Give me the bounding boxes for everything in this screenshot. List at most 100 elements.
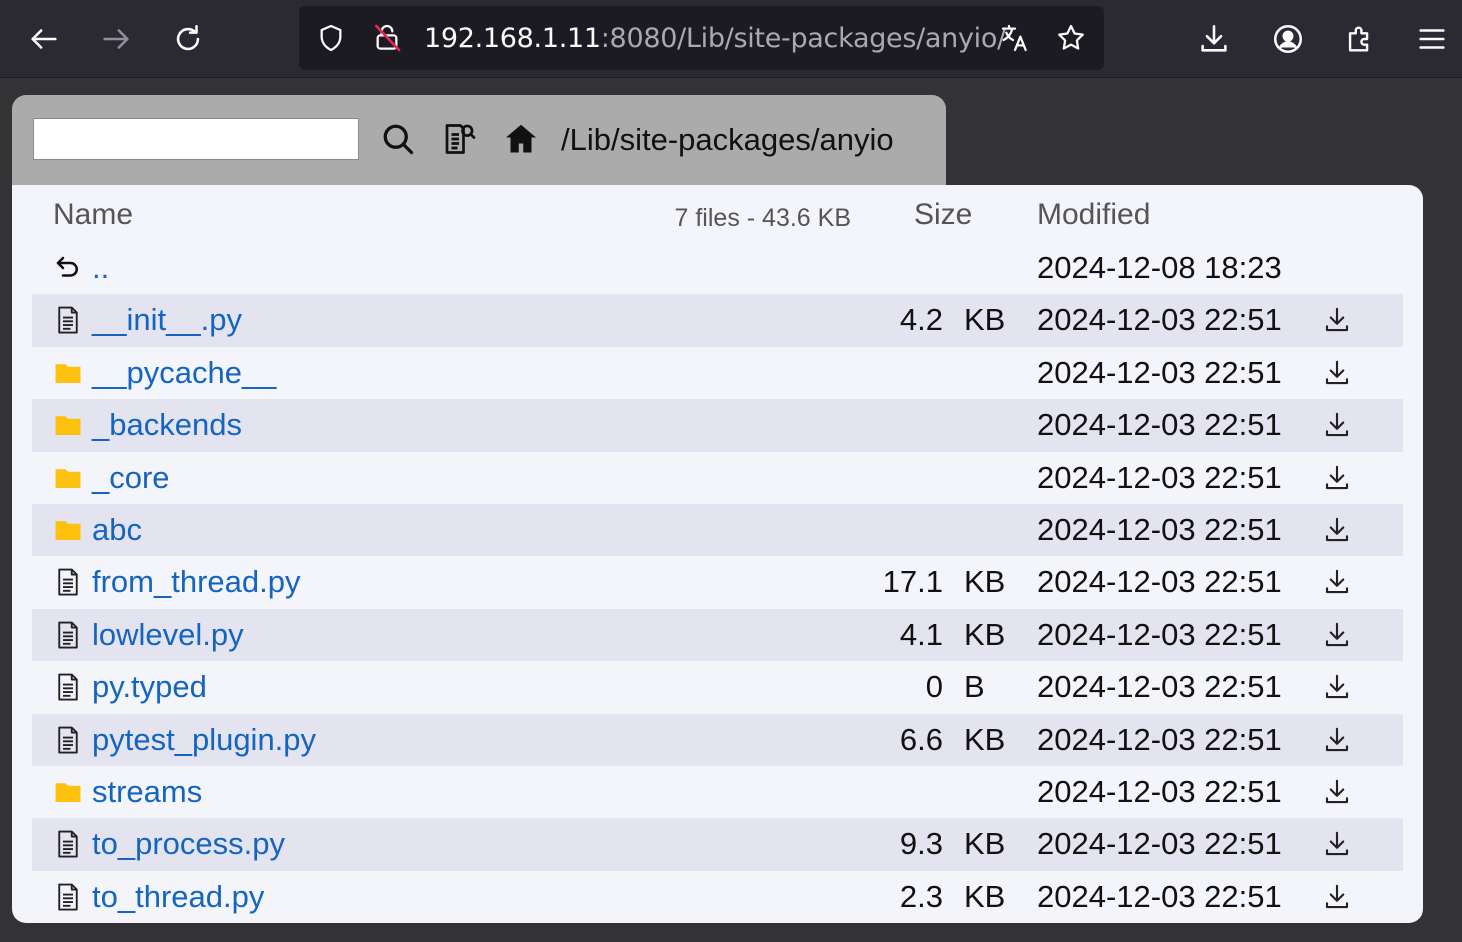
reload-button[interactable]: [164, 15, 212, 63]
entry-size-unit: KB: [964, 564, 1006, 600]
menu-button[interactable]: [1408, 15, 1456, 63]
entry-name-link[interactable]: _backends: [92, 407, 242, 443]
file-list: .. 2024-12-08 18:23 __init__.py 4.2 KB 2…: [32, 242, 1403, 923]
download-icon[interactable]: [1321, 828, 1353, 860]
entry-size: 9.3: [899, 826, 943, 862]
table-row: abc 2024-12-03 22:51: [32, 503, 1403, 557]
entry-name-link[interactable]: to_thread.py: [92, 879, 264, 915]
file-list-panel: Name 7 files - 43.6 KB Size Modified .. …: [12, 185, 1423, 923]
bookmark-button[interactable]: [1053, 20, 1089, 56]
table-row: pytest_plugin.py 6.6 KB 2024-12-03 22:51: [32, 713, 1403, 766]
shield-icon: [320, 24, 342, 52]
url-bar[interactable]: 192.168.1.11:8080/Lib/site-packages/anyi…: [299, 6, 1104, 70]
arrow-left-icon: [31, 29, 57, 49]
entry-name-link[interactable]: streams: [92, 774, 202, 810]
entry-size-unit: B: [964, 669, 985, 705]
search-button[interactable]: [378, 119, 418, 159]
entry-modified: 2024-12-03 22:51: [1037, 826, 1282, 862]
file-icon: [53, 670, 83, 704]
column-header-modified[interactable]: Modified: [1037, 198, 1150, 232]
folder-icon: [53, 775, 83, 809]
browser-toolbar: 192.168.1.11:8080/Lib/site-packages/anyi…: [0, 0, 1462, 78]
entry-modified: 2024-12-03 22:51: [1037, 564, 1282, 600]
insecure-connection-button[interactable]: [369, 20, 405, 56]
search-input[interactable]: [33, 118, 359, 160]
entry-size-unit: KB: [964, 616, 1006, 652]
folder-icon: [53, 461, 83, 495]
entry-name-link[interactable]: lowlevel.py: [92, 617, 244, 653]
entry-name-link[interactable]: to_process.py: [92, 826, 285, 862]
hamburger-menu-icon: [1419, 29, 1445, 49]
download-icon[interactable]: [1321, 881, 1353, 913]
url-text[interactable]: 192.168.1.11:8080/Lib/site-packages/anyi…: [424, 6, 1006, 70]
entry-size: 2.3: [899, 878, 943, 914]
url-host: 192.168.1.11: [424, 23, 601, 54]
table-row: _backends 2024-12-03 22:51: [32, 399, 1403, 452]
entry-size-unit: KB: [964, 878, 1006, 914]
entry-size-unit: KB: [964, 721, 1006, 757]
file-icon: [53, 723, 83, 757]
star-icon: [1058, 24, 1084, 50]
entry-name-link[interactable]: pytest_plugin.py: [92, 722, 316, 758]
translate-icon: [1001, 24, 1027, 52]
entry-modified: 2024-12-08 18:23: [1037, 250, 1282, 285]
puzzle-icon: [1348, 26, 1369, 52]
entry-size-unit: KB: [964, 826, 1006, 862]
regex-search-button[interactable]: [439, 119, 479, 159]
folder-icon: [53, 513, 83, 547]
download-icon[interactable]: [1321, 409, 1353, 441]
table-row: streams 2024-12-03 22:51: [32, 766, 1403, 818]
entry-name-link[interactable]: __init__.py: [92, 302, 242, 338]
tracking-protection-button[interactable]: [313, 20, 349, 56]
download-icon[interactable]: [1321, 619, 1353, 651]
table-row: to_thread.py 2.3 KB 2024-12-03 22:51: [32, 871, 1403, 923]
table-row: py.typed 0 B 2024-12-03 22:51: [32, 661, 1403, 713]
back-button[interactable]: [20, 15, 68, 63]
downloads-button[interactable]: [1190, 15, 1238, 63]
file-icon: [53, 827, 83, 861]
entry-modified: 2024-12-03 22:51: [1037, 878, 1282, 914]
search-icon: [383, 124, 414, 155]
entry-modified: 2024-12-03 22:51: [1037, 669, 1282, 705]
files-summary: 7 files - 43.6 KB: [674, 204, 851, 232]
url-path: :8080/Lib/site-packages/anyio/: [600, 23, 1006, 54]
entry-name-link[interactable]: from_thread.py: [92, 564, 301, 600]
document-search-icon: [445, 124, 476, 154]
entry-name-link[interactable]: ..: [92, 250, 109, 286]
arrow-right-icon: [103, 29, 129, 49]
download-icon[interactable]: [1321, 462, 1353, 494]
extensions-button[interactable]: [1336, 15, 1384, 63]
download-icon[interactable]: [1321, 304, 1353, 336]
download-icon[interactable]: [1321, 776, 1353, 808]
entry-modified: 2024-12-03 22:51: [1037, 302, 1282, 338]
entry-size: 6.6: [899, 721, 943, 757]
account-button[interactable]: [1264, 15, 1312, 63]
home-icon: [506, 124, 536, 153]
entry-name-link[interactable]: py.typed: [92, 669, 207, 705]
download-icon[interactable]: [1321, 671, 1353, 703]
download-icon[interactable]: [1321, 514, 1353, 546]
table-header: Name 7 files - 43.6 KB Size Modified: [32, 185, 1403, 247]
column-header-size[interactable]: Size: [914, 198, 972, 232]
folder-icon: [53, 408, 83, 442]
download-icon[interactable]: [1321, 566, 1353, 598]
translate-button[interactable]: [997, 20, 1033, 56]
file-icon: [53, 565, 83, 599]
forward-button[interactable]: [92, 15, 140, 63]
entry-name-link[interactable]: abc: [92, 512, 142, 548]
entry-modified: 2024-12-03 22:51: [1037, 721, 1282, 757]
entry-name-link[interactable]: __pycache__: [92, 355, 276, 391]
entry-modified: 2024-12-03 22:51: [1037, 459, 1282, 495]
table-row: from_thread.py 17.1 KB 2024-12-03 22:51: [32, 556, 1403, 608]
parent-directory-icon[interactable]: [53, 251, 83, 285]
entry-name-link[interactable]: _core: [92, 460, 170, 496]
current-path: /Lib/site-packages/anyio: [561, 122, 894, 157]
entry-modified: 2024-12-03 22:51: [1037, 354, 1282, 390]
download-icon[interactable]: [1321, 357, 1353, 389]
entry-modified: 2024-12-03 22:51: [1037, 773, 1282, 809]
table-row: __pycache__ 2024-12-03 22:51: [32, 347, 1403, 399]
account-icon: [1273, 24, 1303, 54]
download-icon[interactable]: [1321, 724, 1353, 756]
home-button[interactable]: [501, 119, 541, 159]
column-header-name[interactable]: Name: [53, 198, 133, 232]
